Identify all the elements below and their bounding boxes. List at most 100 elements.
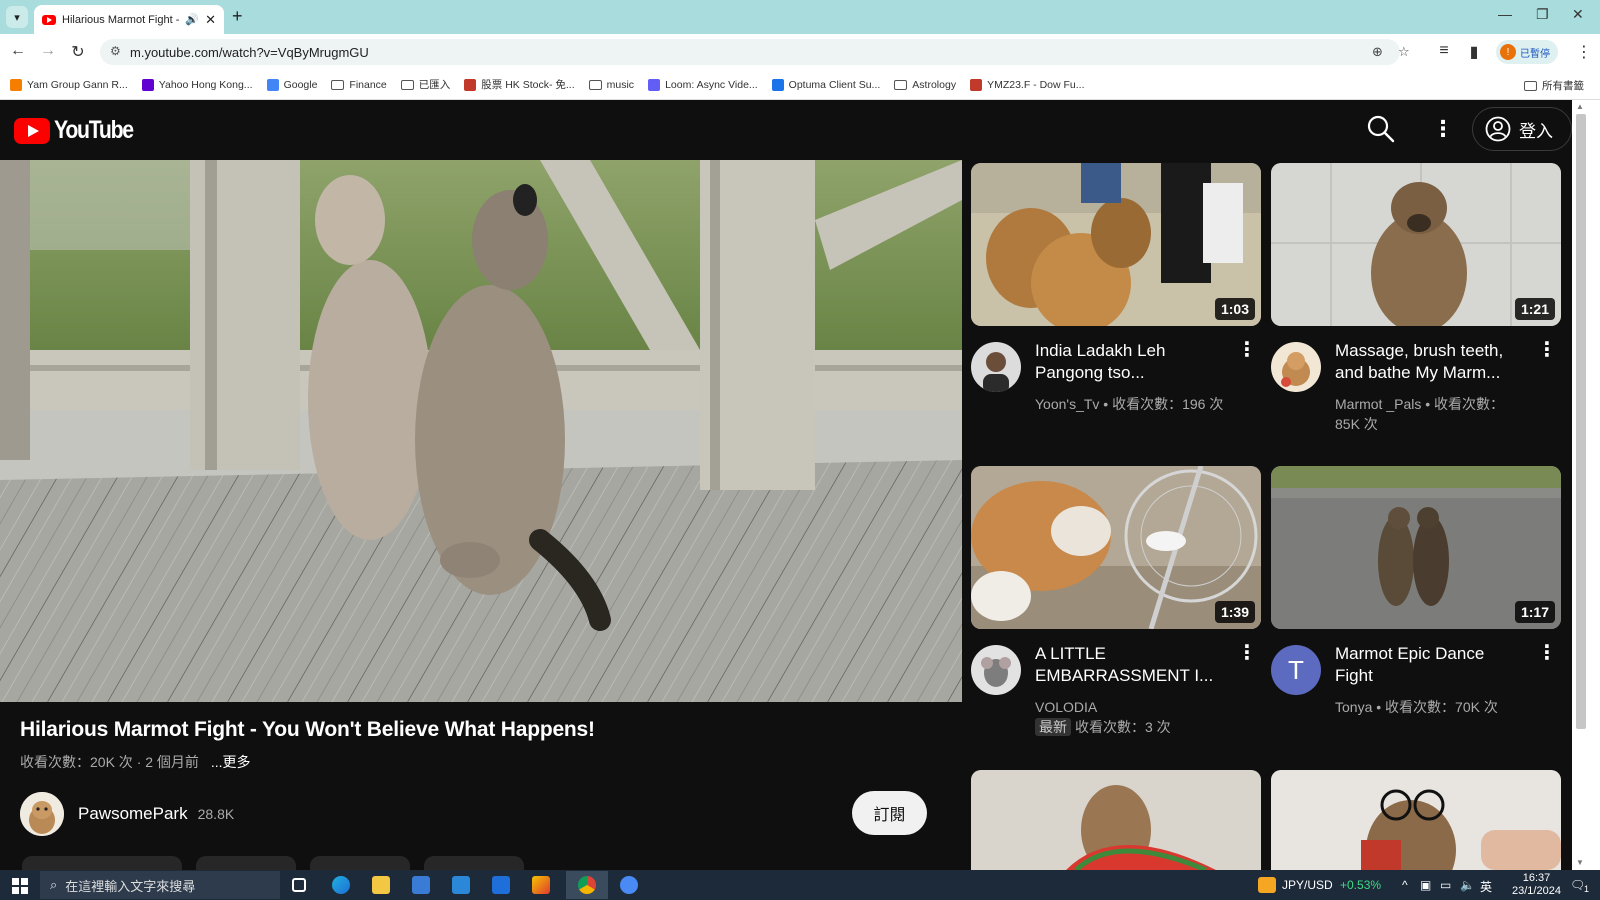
channel-name[interactable]: PawsomePark: [78, 804, 188, 824]
new-badge: 最新: [1035, 718, 1071, 736]
video-thumbnail[interactable]: [1271, 770, 1561, 870]
channel-avatar[interactable]: [971, 645, 1021, 695]
video-title[interactable]: A LITTLE EMBARRASSMENT I...: [1035, 643, 1225, 687]
file-explorer-icon[interactable]: [372, 876, 390, 894]
video-thumbnail[interactable]: 1:03: [971, 163, 1261, 326]
edge-browser-icon[interactable]: [332, 876, 350, 894]
taskbar-search-box[interactable]: ⌕ 在這裡輸入文字來搜尋: [40, 871, 280, 899]
all-bookmarks-button[interactable]: 所有書籤: [1524, 78, 1584, 93]
bookmark-item[interactable]: YMZ23.F - Dow Fu...: [970, 78, 1085, 91]
bookmark-star-icon[interactable]: ☆: [1398, 44, 1410, 60]
browser-menu-icon[interactable]: ⋮: [1574, 42, 1594, 62]
more-options-icon[interactable]: ⋮: [1432, 116, 1454, 142]
scroll-down-arrow-icon[interactable]: ▼: [1576, 858, 1584, 867]
tab-close-icon[interactable]: ✕: [205, 12, 216, 28]
suggested-video-card[interactable]: 1:39 A LITTLE EMBARRASSMENT I... VOLODIA…: [971, 466, 1261, 743]
zoom-icon[interactable]: ⊕: [1372, 44, 1383, 60]
mail-icon[interactable]: [452, 876, 470, 894]
forward-arrow-icon[interactable]: →: [38, 42, 58, 60]
ticker-widget-icon[interactable]: [1258, 877, 1276, 893]
close-window-button[interactable]: ✕: [1572, 6, 1584, 23]
app-icon[interactable]: [532, 876, 550, 894]
task-view-icon[interactable]: [292, 878, 306, 892]
channel-avatar[interactable]: [971, 342, 1021, 392]
app-icon[interactable]: [620, 876, 638, 894]
video-thumbnail[interactable]: [971, 770, 1261, 870]
marmot-avatar-icon: [1271, 342, 1321, 392]
browser-tab-active[interactable]: Hilarious Marmot Fight - Y 🔊 ✕: [34, 5, 224, 34]
ticker-symbol[interactable]: JPY/USD: [1282, 878, 1333, 892]
video-menu-icon[interactable]: ⋮: [1537, 340, 1557, 360]
subscribe-button[interactable]: 訂閱: [852, 791, 927, 835]
video-title[interactable]: Marmot Epic Dance Fight: [1335, 643, 1525, 687]
scroll-up-arrow-icon[interactable]: ▲: [1576, 102, 1584, 111]
speaker-icon[interactable]: 🔊: [185, 13, 199, 26]
windows-start-icon[interactable]: [12, 878, 28, 894]
clock[interactable]: 16:37 23/1/2024: [1512, 872, 1561, 898]
bookmark-item[interactable]: Finance: [331, 79, 387, 91]
bookmarks-bar: Yam Group Gann R... Yahoo Hong Kong... Goo…: [0, 70, 1600, 100]
bookmark-item[interactable]: 股票 HK Stock- 免...: [464, 77, 575, 92]
suggested-video-card[interactable]: [1271, 770, 1561, 870]
channel-avatar[interactable]: [20, 792, 64, 836]
bookmark-item[interactable]: Yahoo Hong Kong...: [141, 78, 253, 91]
bookmark-item[interactable]: Optuma Client Su...: [771, 78, 881, 91]
chrome-taskbar-button[interactable]: [566, 871, 608, 899]
bookmark-item[interactable]: Google: [266, 78, 317, 91]
tray-chevron-icon[interactable]: ^: [1402, 878, 1408, 892]
description-more-link[interactable]: ...更多: [211, 754, 251, 770]
video-menu-icon[interactable]: ⋮: [1537, 643, 1557, 663]
bookmark-item[interactable]: 已匯入: [400, 77, 450, 92]
volume-icon[interactable]: 🔈: [1460, 878, 1475, 892]
youtube-logo[interactable]: YouTube: [14, 116, 147, 145]
scrollbar-thumb[interactable]: [1576, 114, 1586, 729]
channel-avatar[interactable]: [1271, 342, 1321, 392]
bookmark-item[interactable]: Yam Group Gann R...: [10, 78, 128, 91]
video-title[interactable]: India Ladakh Leh Pangong tso...: [1035, 340, 1225, 384]
search-icon[interactable]: [1366, 114, 1396, 144]
video-meta: Marmot _Pals • 收看次數：85K 次: [1335, 396, 1505, 432]
paused-label: 已暫停: [1520, 48, 1550, 60]
store-icon[interactable]: [412, 876, 430, 894]
video-title: Hilarious Marmot Fight - You Won't Belie…: [20, 718, 595, 741]
video-thumbnail[interactable]: 1:21: [1271, 163, 1561, 326]
suggested-video-card[interactable]: 1:03 India Ladakh Leh Pangong tso... Yoo…: [971, 163, 1261, 440]
suggested-video-card[interactable]: 1:21 Massage, brush teeth, and bathe My …: [1271, 163, 1561, 440]
new-tab-button[interactable]: +: [232, 6, 243, 27]
media-control-icon[interactable]: ≡: [1434, 42, 1454, 60]
ime-indicator[interactable]: 英: [1480, 878, 1492, 895]
video-menu-icon[interactable]: ⋮: [1237, 643, 1257, 663]
ticker-change: +0.53%: [1340, 878, 1382, 892]
bookmark-item[interactable]: Loom: Async Vide...: [648, 78, 758, 91]
back-arrow-icon[interactable]: ←: [8, 42, 28, 60]
tray-app-icon[interactable]: ▣: [1420, 878, 1431, 892]
video-title[interactable]: Massage, brush teeth, and bathe My Marm.…: [1335, 340, 1525, 384]
youtube-favicon-icon: [42, 14, 56, 25]
suggested-video-card[interactable]: 1:17 T Marmot Epic Dance Fight Tonya • 收…: [1271, 466, 1561, 743]
minimize-button[interactable]: —: [1498, 6, 1512, 22]
tab-search-button[interactable]: ▾: [6, 6, 28, 28]
bookmark-item[interactable]: Astrology: [894, 79, 956, 91]
site-info-icon[interactable]: ⚙: [110, 44, 121, 58]
suggested-video-card[interactable]: [971, 770, 1261, 870]
video-menu-icon[interactable]: ⋮: [1237, 340, 1257, 360]
bookmark-label: Optuma Client Su...: [788, 78, 881, 91]
video-views-date: 收看次數：20K 次 · 2 個月前: [20, 754, 199, 770]
video-info: Massage, brush teeth, and bathe My Marm.…: [1271, 340, 1561, 440]
restore-button[interactable]: ❐: [1536, 6, 1549, 23]
address-bar[interactable]: ⚙ m.youtube.com/watch?v=VqByMrugmGU ⊕ ☆: [100, 39, 1410, 65]
bookmark-item[interactable]: music: [588, 78, 635, 91]
reload-icon[interactable]: ↻: [68, 42, 88, 62]
video-player[interactable]: [0, 160, 962, 702]
video-thumbnail[interactable]: 1:39: [971, 466, 1261, 629]
sign-in-button[interactable]: 登入: [1472, 107, 1572, 151]
channel-avatar[interactable]: T: [1271, 645, 1321, 695]
profile-paused-button[interactable]: ! 已暫停: [1496, 40, 1558, 64]
network-icon[interactable]: ▭: [1440, 878, 1451, 892]
youtube-logo-text: YouTube: [54, 116, 134, 144]
notification-icon[interactable]: 🗨: [1570, 878, 1585, 892]
side-panel-icon[interactable]: ▮: [1464, 42, 1484, 62]
video-thumbnail[interactable]: 1:17: [1271, 466, 1561, 629]
bookmark-label: music: [606, 78, 635, 91]
calendar-icon[interactable]: [492, 876, 510, 894]
